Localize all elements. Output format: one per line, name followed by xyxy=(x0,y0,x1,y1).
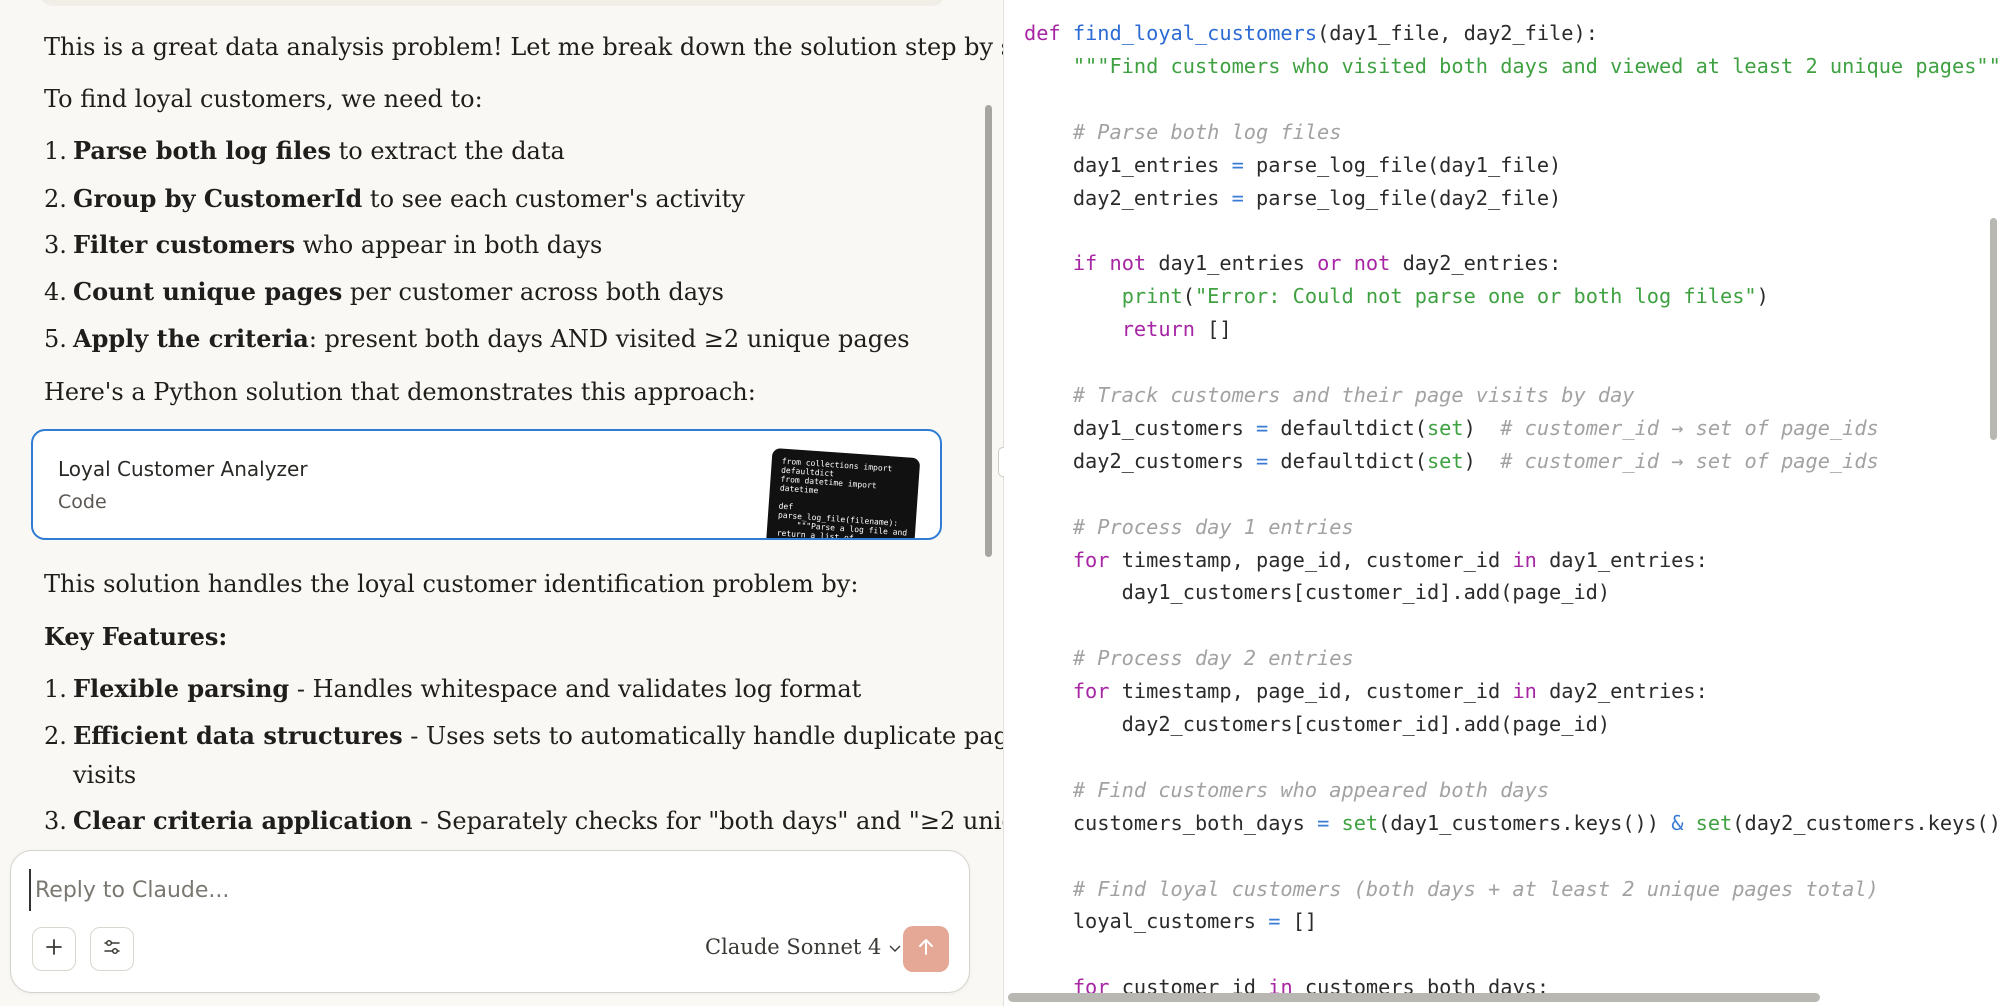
arrow-up-icon xyxy=(915,936,937,962)
intro-paragraph: This is a great data analysis problem! L… xyxy=(44,33,1003,61)
code-preview-text: from collections import defaultdict from… xyxy=(776,456,908,540)
chevron-down-icon xyxy=(888,935,902,959)
list-item: 3. Filter customers who appear in both da… xyxy=(44,230,603,259)
model-brand: Claude xyxy=(705,935,780,959)
plus-icon xyxy=(44,937,64,961)
list-item: 1. Parse both log files to extract the da… xyxy=(44,136,565,165)
send-button[interactable] xyxy=(903,926,949,972)
reply-composer: Claude Sonnet 4 xyxy=(10,850,970,993)
features-heading: Key Features: xyxy=(44,622,228,651)
model-name: Sonnet 4 xyxy=(786,935,882,959)
chat-scrollbar[interactable] xyxy=(985,105,992,557)
handles-paragraph: This solution handles the loyal customer… xyxy=(44,570,859,598)
add-button[interactable] xyxy=(32,927,76,971)
model-selector[interactable]: Claude Sonnet 4 xyxy=(705,935,902,959)
code-block: def find_loyal_customers(day1_file, day2… xyxy=(1024,21,2000,1000)
artifact-title: Loyal Customer Analyzer xyxy=(58,457,308,481)
list-item-continuation: visits xyxy=(73,761,137,789)
artifact-kind: Code xyxy=(58,491,107,513)
code-viewer: def find_loyal_customers(day1_file, day2… xyxy=(1004,0,2000,1006)
tools-button[interactable] xyxy=(90,927,134,971)
previous-message-edge xyxy=(40,0,945,6)
code-preview-thumbnail: from collections import defaultdict from… xyxy=(765,447,921,540)
lead-paragraph: To find loyal customers, we need to: xyxy=(44,85,483,113)
solution-lead-paragraph: Here's a Python solution that demonstrat… xyxy=(44,378,756,406)
code-horizontal-scrollbar[interactable] xyxy=(1008,993,1820,1002)
code-vertical-scrollbar[interactable] xyxy=(1990,218,1997,440)
reply-input[interactable] xyxy=(29,869,937,911)
list-item: 1. Flexible parsing - Handles whitespace … xyxy=(44,674,862,703)
artifact-card[interactable]: Loyal Customer Analyzer Code from collec… xyxy=(31,429,942,540)
chat-pane: This is a great data analysis problem! L… xyxy=(0,0,1003,1006)
list-item: 5. Apply the criteria: present both days … xyxy=(44,324,910,353)
list-item: 2. Efficient data structures - Uses sets … xyxy=(44,721,1003,750)
list-item: 3. Clear criteria application - Separatel… xyxy=(44,806,1003,835)
list-item: 4. Count unique pages per customer across… xyxy=(44,277,724,306)
sliders-icon xyxy=(102,937,122,961)
list-item: 2. Group by CustomerId to see each custom… xyxy=(44,184,745,213)
